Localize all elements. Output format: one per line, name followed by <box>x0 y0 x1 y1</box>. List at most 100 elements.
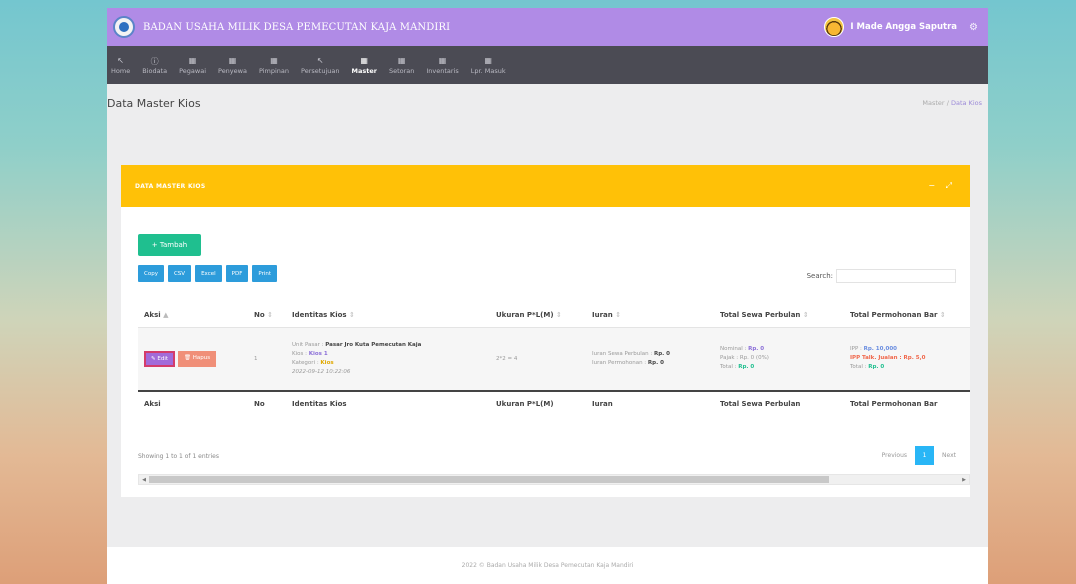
export-buttons: Copy CSV Excel PDF Print <box>138 265 278 282</box>
identitas-cell: Unit Pasar : Pasar Jro Kuta Pemecutan Ka… <box>286 327 490 392</box>
sort-icon: ⇕ <box>267 310 273 319</box>
scroll-right-icon[interactable]: ▶ <box>959 477 969 483</box>
user-name: I Made Angga Saputra <box>850 22 958 32</box>
kategori-label: Kategori : <box>292 359 319 366</box>
iuran-sewa-value: Rp. 0 <box>653 350 670 357</box>
breadcrumb-separator: / <box>946 99 949 107</box>
column-header-label: Identitas Kios <box>292 310 347 319</box>
nav-label: Biodata <box>142 66 168 75</box>
user-menu[interactable]: I Made Angga Saputra ⚙ <box>824 17 978 37</box>
page-1-button[interactable]: 1 <box>915 446 935 465</box>
kios-table: Aksi ▲ No ⇕ Identitas Kios ⇕ Ukuran P*L(M) … <box>138 303 970 415</box>
column-header-label: Total Sewa Perbulan <box>720 310 801 319</box>
app-frame: BADAN USAHA MILIK DESA PEMECUTAN KAJA MA… <box>107 8 988 584</box>
grid-icon: ▦ <box>360 55 368 65</box>
kategori-value: Kios <box>320 359 334 366</box>
nav-label: Master <box>351 66 377 75</box>
sort-icon: ⇕ <box>802 310 809 319</box>
datetime: 2022-09-12 10:22:06 <box>292 368 351 375</box>
column-header[interactable]: Ukuran P*L(M) ⇕ <box>490 303 586 328</box>
card-tools[interactable]: − ⤢ <box>928 181 956 191</box>
logo-icon <box>113 16 135 38</box>
gear-icon[interactable]: ⚙ <box>969 22 978 33</box>
horizontal-scrollbar[interactable]: ◀ ▶ <box>138 474 970 485</box>
info-icon: ⓘ <box>150 56 159 66</box>
column-header[interactable]: Total Sewa Perbulan ⇕ <box>714 303 844 328</box>
footer: 2022 © Badan Usaha Milik Desa Pemecutan … <box>107 547 988 584</box>
column-header[interactable]: Aksi ▲ <box>138 303 248 328</box>
nav-item-penyewa[interactable]: ▦ Penyewa <box>218 46 247 84</box>
search-label: Search: <box>806 272 833 280</box>
delete-button[interactable]: 🗑 Hapus <box>178 350 217 367</box>
column-header[interactable]: Identitas Kios ⇕ <box>286 303 490 328</box>
column-header[interactable]: No ⇕ <box>248 303 286 328</box>
app-title: BADAN USAHA MILIK DESA PEMECUTAN KAJA MA… <box>143 21 451 33</box>
breadcrumb: Master / Data Kios <box>922 99 982 107</box>
export-csv-button[interactable]: CSV <box>167 265 192 282</box>
column-footer: No <box>248 390 286 415</box>
kios-value: Kios 1 <box>308 350 328 357</box>
breadcrumb-root[interactable]: Master <box>922 99 944 107</box>
entries-info: Showing 1 to 1 of 1 entries <box>138 453 219 460</box>
next-button[interactable]: Next <box>942 452 956 459</box>
breadcrumb-current: Data Kios <box>950 99 982 107</box>
page-header: Data Master Kios Master / Data Kios <box>107 84 988 122</box>
nav-item-master[interactable]: ▦ Master <box>351 46 376 84</box>
nav-item-home[interactable]: ↖ Home <box>111 46 130 84</box>
grid-icon: ▦ <box>438 55 447 65</box>
edit-button[interactable]: ✎ Edit <box>144 350 176 367</box>
ipp-label: IPP : <box>850 346 862 353</box>
add-button[interactable]: + Tambah <box>138 234 201 256</box>
total-value: Rp. 0 <box>738 364 755 371</box>
nav-item-inventaris[interactable]: ▦ Inventaris <box>426 46 458 84</box>
sort-icon: ▲ <box>163 310 169 319</box>
ukuran-cell: 2*2 = 4 <box>490 327 586 392</box>
iuran-perm-label: Iuran Permohonan : <box>592 359 647 366</box>
nav-item-pegawai[interactable]: ▦ Pegawai <box>179 46 206 84</box>
sort-icon: ⇕ <box>615 310 622 319</box>
nav-item-pimpinan[interactable]: ▦ Pimpinan <box>259 46 289 84</box>
grid-icon: ▦ <box>188 55 197 65</box>
column-footer: Total Sewa Perbulan <box>714 390 844 415</box>
total2-value: Rp. 0 <box>868 364 885 371</box>
nav-item-persetujuan[interactable]: ↖ Persetujuan <box>301 46 339 84</box>
grid-icon: ▦ <box>484 55 492 65</box>
nominal-label: Nominal : <box>720 346 747 353</box>
export-print-button[interactable]: Print <box>252 265 278 282</box>
actions-cell: ✎ Edit 🗑 Hapus <box>138 327 248 392</box>
avatar <box>824 17 845 37</box>
nav-label: Home <box>111 66 131 75</box>
main-nav: ↖ Home ⓘ Biodata ▦ Pegawai ▦ Penyewa ▦ Pimpinan ↖ P… <box>107 46 988 84</box>
sort-icon: ⇕ <box>555 310 562 319</box>
nav-item-setoran[interactable]: ▦ Setoran <box>389 46 414 84</box>
grid-icon: ▦ <box>270 55 278 65</box>
column-header-label: Ukuran P*L(M) <box>496 310 554 319</box>
column-header[interactable]: Total Permohonan Bar ⇕ <box>844 303 970 328</box>
pajak: Pajak : Rp. 0 (0%) <box>720 355 769 362</box>
search-input[interactable] <box>836 269 956 283</box>
column-header-label: Total Permohonan Bar <box>850 310 938 319</box>
export-pdf-button[interactable]: PDF <box>225 265 249 282</box>
table-row: ✎ Edit 🗑 Hapus 1 Unit Pasar : Pasar Jro … <box>138 327 970 392</box>
card-title: DATA MASTER KIOS <box>135 182 206 190</box>
column-header-label: Iuran <box>592 310 613 319</box>
nav-label: Lpr. Masuk <box>470 66 506 75</box>
top-bar: BADAN USAHA MILIK DESA PEMECUTAN KAJA MA… <box>107 8 988 46</box>
column-footer: Aksi <box>138 390 248 415</box>
column-header-label: No <box>254 310 265 319</box>
nav-item-biodata[interactable]: ⓘ Biodata <box>142 46 167 84</box>
scroll-left-icon[interactable]: ◀ <box>139 477 149 483</box>
nav-label: Pegawai <box>179 66 206 75</box>
export-copy-button[interactable]: Copy <box>138 265 164 282</box>
nav-item-lpr-masuk[interactable]: ▦ Lpr. Masuk <box>471 46 506 84</box>
unit-value: Pasar Jro Kuta Pemecutan Kaja <box>325 341 422 348</box>
nav-label: Persetujuan <box>301 66 340 75</box>
column-header[interactable]: Iuran ⇕ <box>586 303 714 328</box>
page-title: Data Master Kios <box>107 96 201 110</box>
export-excel-button[interactable]: Excel <box>195 265 222 282</box>
home-icon: ↖ <box>316 55 324 65</box>
table-header-row: Aksi ▲ No ⇕ Identitas Kios ⇕ Ukuran P*L(M) … <box>138 303 970 328</box>
previous-button[interactable]: Previous <box>882 452 907 459</box>
scrollbar-thumb[interactable] <box>149 476 829 483</box>
column-footer: Total Permohonan Bar <box>844 390 970 415</box>
